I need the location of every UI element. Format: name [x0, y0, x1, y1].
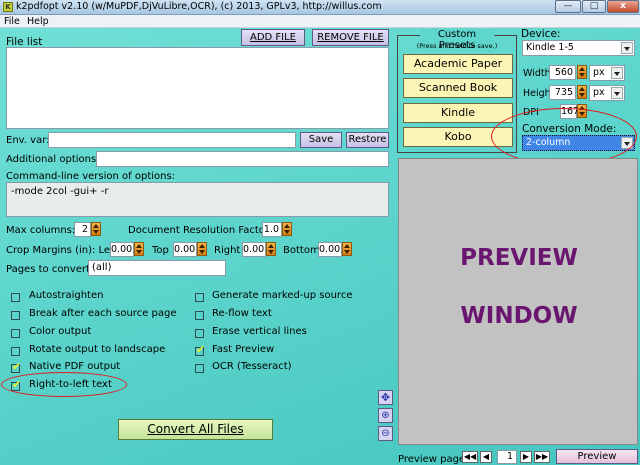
remove-file-button[interactable]: REMOVE FILE	[312, 29, 389, 46]
device-select[interactable]: Kindle 1-5	[522, 40, 635, 56]
restore-button[interactable]: Restore	[346, 132, 389, 148]
preview-text-line1: PREVIEW	[460, 245, 578, 271]
presets-subtitle: (Press and hold to save.)	[416, 42, 498, 50]
max-columns-input[interactable]: 2	[74, 222, 91, 237]
autostraighten-checkbox[interactable]	[11, 293, 20, 302]
rotate-landscape-label[interactable]: Rotate output to landscape	[29, 344, 165, 355]
add-file-button[interactable]: ADD FILE	[241, 29, 305, 46]
convert-all-label: Convert All Files	[147, 422, 244, 436]
device-label: Device:	[521, 28, 561, 40]
save-button[interactable]: Save	[300, 132, 342, 148]
crop-bottom-spinner[interactable]	[342, 242, 352, 256]
add-file-label: ADD FILE	[249, 32, 296, 43]
env-var-input[interactable]	[48, 132, 296, 148]
crop-right-spinner[interactable]	[266, 242, 276, 256]
pages-label: Pages to convert:	[6, 264, 94, 275]
remove-file-label: REMOVE FILE	[317, 32, 384, 43]
doc-resolution-label: Document Resolution Factor:	[128, 225, 273, 236]
width-input[interactable]: 560	[549, 65, 576, 80]
prev-page-icon[interactable]: ◀	[480, 451, 492, 463]
preset-scanned-book[interactable]: Scanned Book	[403, 78, 513, 98]
height-input[interactable]: 735	[549, 85, 576, 100]
native-pdf-checkbox[interactable]	[11, 360, 21, 373]
preview-page-input[interactable]: 1	[497, 450, 517, 464]
native-pdf-label[interactable]: Native PDF output	[29, 361, 120, 372]
chevron-down-icon[interactable]	[621, 42, 633, 54]
width-spinner[interactable]	[577, 65, 587, 79]
width-unit-select[interactable]: px	[589, 65, 625, 81]
cmdline-label: Command-line version of options:	[6, 171, 176, 182]
window-title: k2pdfopt v2.10 (w/MuPDF,DjVuLibre,OCR), …	[16, 1, 382, 12]
autostraighten-label[interactable]: Autostraighten	[29, 290, 103, 301]
next-page-icon[interactable]: ▶	[520, 451, 532, 463]
crop-top-input[interactable]: 0.00	[173, 242, 197, 257]
preset-academic-paper[interactable]: Academic Paper	[403, 54, 513, 74]
highlight-oval-conversion	[491, 108, 637, 165]
ocr-label[interactable]: OCR (Tesseract)	[212, 361, 292, 372]
preview-button[interactable]: Preview	[556, 449, 638, 464]
max-columns-label: Max columns:	[6, 225, 76, 236]
pages-input[interactable]: (all)	[88, 260, 226, 276]
crop-bottom-input[interactable]: 0.00	[318, 242, 342, 257]
marked-up-source-checkbox[interactable]	[195, 293, 204, 302]
minimize-button[interactable]: —	[555, 0, 581, 13]
device-value: Kindle 1-5	[526, 42, 574, 53]
crop-left-spinner[interactable]	[134, 242, 144, 256]
width-label: Width	[523, 68, 551, 79]
color-output-checkbox[interactable]	[11, 329, 20, 338]
file-list-box[interactable]	[6, 47, 389, 129]
erase-vertical-lines-checkbox[interactable]	[195, 329, 204, 338]
additional-options-label: Additional options:	[6, 154, 100, 165]
menu-help[interactable]: Help	[27, 15, 49, 28]
chevron-down-icon[interactable]	[611, 87, 623, 99]
fast-preview-checkbox[interactable]	[195, 343, 205, 356]
close-button[interactable]: x	[607, 0, 639, 13]
last-page-icon[interactable]: ▶▶	[534, 451, 550, 463]
env-var-label: Env. var:	[6, 135, 50, 146]
crop-top-label: Top	[152, 245, 169, 256]
preset-kindle[interactable]: Kindle	[403, 103, 513, 123]
erase-vertical-lines-label[interactable]: Erase vertical lines	[212, 326, 307, 337]
crop-right-input[interactable]: 0.00	[242, 242, 266, 257]
cmdline-box: -mode 2col -gui+ -r	[6, 182, 389, 217]
preview-window: PREVIEW WINDOW	[398, 158, 638, 445]
first-page-icon[interactable]: ◀◀	[462, 451, 478, 463]
reflow-text-checkbox[interactable]	[195, 311, 204, 320]
max-columns-spinner[interactable]	[91, 222, 101, 236]
crop-bottom-label: Bottom	[283, 245, 320, 256]
crop-left-input[interactable]: 0.00	[110, 242, 134, 257]
reflow-text-label[interactable]: Re-flow text	[212, 308, 272, 319]
break-after-page-label[interactable]: Break after each source page	[29, 308, 177, 319]
color-output-label[interactable]: Color output	[29, 326, 91, 337]
highlight-oval-rtl	[1, 372, 127, 397]
crop-top-spinner[interactable]	[197, 242, 207, 256]
ocr-checkbox[interactable]	[195, 364, 204, 373]
convert-all-button[interactable]: Convert All Files	[118, 419, 273, 440]
crop-right-label: Right	[214, 245, 241, 256]
chevron-down-icon[interactable]	[611, 67, 623, 79]
rotate-landscape-checkbox[interactable]	[11, 347, 20, 356]
doc-resolution-input[interactable]: 1.0	[262, 222, 282, 237]
height-unit-value: px	[593, 87, 605, 98]
height-spinner[interactable]	[577, 85, 587, 99]
title-bar: K k2pdfopt v2.10 (w/MuPDF,DjVuLibre,OCR)…	[0, 0, 640, 15]
fast-preview-label[interactable]: Fast Preview	[212, 344, 274, 355]
preview-text-line2: WINDOW	[460, 303, 578, 329]
doc-resolution-spinner[interactable]	[282, 222, 292, 236]
app-icon: K	[3, 2, 13, 12]
additional-options-input[interactable]	[96, 151, 389, 167]
menu-bar: File Help	[0, 15, 640, 28]
height-unit-select[interactable]: px	[589, 85, 625, 101]
pan-icon[interactable]: ✥	[378, 390, 393, 405]
zoom-out-icon[interactable]: ⊖	[378, 426, 393, 441]
preview-page-label: Preview page:	[398, 454, 469, 465]
maximize-button[interactable]: □	[582, 0, 606, 13]
marked-up-source-label[interactable]: Generate marked-up source	[212, 290, 352, 301]
crop-margins-label: Crop Margins (in): Left	[6, 245, 118, 256]
break-after-page-checkbox[interactable]	[11, 311, 20, 320]
menu-file[interactable]: File	[4, 15, 20, 28]
zoom-in-icon[interactable]: ⊕	[378, 408, 393, 423]
width-unit-value: px	[593, 67, 605, 78]
